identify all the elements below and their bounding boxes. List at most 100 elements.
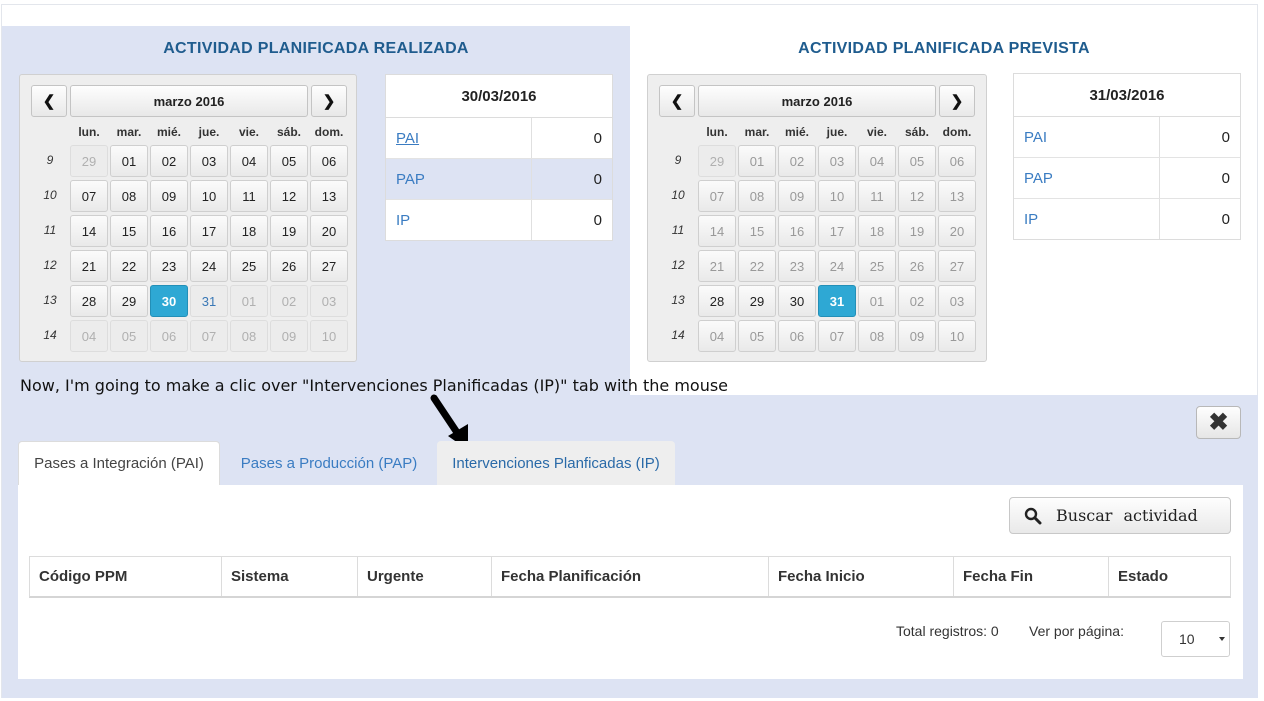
calendar-day[interactable]: 09 bbox=[270, 320, 308, 352]
column-header-codigo-ppm[interactable]: Código PPM bbox=[30, 557, 222, 596]
calendar-day[interactable]: 30 bbox=[150, 285, 188, 317]
calendar-day[interactable]: 05 bbox=[898, 145, 936, 177]
per-page-select[interactable]: 10 bbox=[1161, 621, 1230, 657]
calendar-day[interactable]: 17 bbox=[190, 215, 228, 247]
tab-pap[interactable]: Pases a Producción (PAP) bbox=[224, 441, 434, 485]
search-activity-button[interactable]: Buscar actividad bbox=[1009, 497, 1231, 534]
calendar-day[interactable]: 30 bbox=[778, 285, 816, 317]
calendar-day[interactable]: 12 bbox=[898, 180, 936, 212]
summary-link-pai[interactable]: PAI bbox=[1014, 117, 1160, 157]
prev-month-button[interactable]: ❮ bbox=[31, 85, 67, 117]
calendar-day[interactable]: 06 bbox=[310, 145, 348, 177]
calendar-day[interactable]: 09 bbox=[898, 320, 936, 352]
calendar-day[interactable]: 18 bbox=[230, 215, 268, 247]
calendar-day[interactable]: 23 bbox=[150, 250, 188, 282]
tab-ip[interactable]: Intervenciones Planficadas (IP) bbox=[437, 441, 675, 485]
calendar-day[interactable]: 25 bbox=[230, 250, 268, 282]
summary-link-pap[interactable]: PAP bbox=[386, 159, 532, 199]
summary-link-ip[interactable]: IP bbox=[1014, 199, 1160, 239]
calendar-day[interactable]: 26 bbox=[270, 250, 308, 282]
calendar-day[interactable]: 24 bbox=[818, 250, 856, 282]
calendar-day[interactable]: 07 bbox=[190, 320, 228, 352]
calendar-day[interactable]: 21 bbox=[698, 250, 736, 282]
calendar-day[interactable]: 29 bbox=[70, 145, 108, 177]
calendar-day[interactable]: 05 bbox=[738, 320, 776, 352]
summary-link-pai[interactable]: PAI bbox=[386, 118, 532, 158]
calendar-day[interactable]: 26 bbox=[898, 250, 936, 282]
calendar-day[interactable]: 03 bbox=[310, 285, 348, 317]
calendar-day[interactable]: 08 bbox=[110, 180, 148, 212]
calendar-day[interactable]: 09 bbox=[778, 180, 816, 212]
calendar-day[interactable]: 25 bbox=[858, 250, 896, 282]
calendar-day[interactable]: 09 bbox=[150, 180, 188, 212]
calendar-day[interactable]: 20 bbox=[310, 215, 348, 247]
calendar-day[interactable]: 02 bbox=[270, 285, 308, 317]
column-header-estado[interactable]: Estado bbox=[1109, 557, 1230, 596]
prev-month-button[interactable]: ❮ bbox=[659, 85, 695, 117]
calendar-day[interactable]: 27 bbox=[938, 250, 976, 282]
calendar-day[interactable]: 03 bbox=[938, 285, 976, 317]
calendar-day[interactable]: 04 bbox=[70, 320, 108, 352]
calendar-day[interactable]: 06 bbox=[938, 145, 976, 177]
calendar-day[interactable]: 23 bbox=[778, 250, 816, 282]
calendar-day[interactable]: 03 bbox=[190, 145, 228, 177]
calendar-day[interactable]: 05 bbox=[270, 145, 308, 177]
calendar-day[interactable]: 06 bbox=[150, 320, 188, 352]
calendar-day[interactable]: 08 bbox=[230, 320, 268, 352]
calendar-day[interactable]: 02 bbox=[150, 145, 188, 177]
calendar-day[interactable]: 11 bbox=[858, 180, 896, 212]
calendar-day[interactable]: 01 bbox=[110, 145, 148, 177]
calendar-day[interactable]: 22 bbox=[110, 250, 148, 282]
calendar-day[interactable]: 29 bbox=[110, 285, 148, 317]
calendar-day[interactable]: 24 bbox=[190, 250, 228, 282]
calendar-day[interactable]: 31 bbox=[190, 285, 228, 317]
calendar-day[interactable]: 01 bbox=[858, 285, 896, 317]
calendar-day[interactable]: 04 bbox=[858, 145, 896, 177]
calendar-day[interactable]: 10 bbox=[310, 320, 348, 352]
calendar-month-title[interactable]: marzo 2016 bbox=[70, 85, 308, 117]
calendar-day[interactable]: 17 bbox=[818, 215, 856, 247]
next-month-button[interactable]: ❯ bbox=[939, 85, 975, 117]
calendar-day[interactable]: 20 bbox=[938, 215, 976, 247]
calendar-day[interactable]: 13 bbox=[938, 180, 976, 212]
tab-pai[interactable]: Pases a Integración (PAI) bbox=[18, 441, 220, 485]
column-header-fecha-planificacion[interactable]: Fecha Planificación bbox=[492, 557, 769, 596]
calendar-day[interactable]: 10 bbox=[190, 180, 228, 212]
calendar-day[interactable]: 10 bbox=[938, 320, 976, 352]
calendar-day[interactable]: 14 bbox=[70, 215, 108, 247]
calendar-day[interactable]: 07 bbox=[70, 180, 108, 212]
calendar-day[interactable]: 29 bbox=[738, 285, 776, 317]
column-header-sistema[interactable]: Sistema bbox=[222, 557, 358, 596]
calendar-day[interactable]: 28 bbox=[70, 285, 108, 317]
calendar-day[interactable]: 07 bbox=[818, 320, 856, 352]
calendar-day[interactable]: 10 bbox=[818, 180, 856, 212]
next-month-button[interactable]: ❯ bbox=[311, 85, 347, 117]
calendar-day[interactable]: 19 bbox=[270, 215, 308, 247]
calendar-day[interactable]: 14 bbox=[698, 215, 736, 247]
calendar-day[interactable]: 18 bbox=[858, 215, 896, 247]
calendar-day[interactable]: 01 bbox=[230, 285, 268, 317]
column-header-fecha-inicio[interactable]: Fecha Inicio bbox=[769, 557, 954, 596]
calendar-day[interactable]: 08 bbox=[738, 180, 776, 212]
calendar-day[interactable]: 05 bbox=[110, 320, 148, 352]
calendar-day[interactable]: 01 bbox=[738, 145, 776, 177]
calendar-day[interactable]: 11 bbox=[230, 180, 268, 212]
calendar-day[interactable]: 16 bbox=[150, 215, 188, 247]
calendar-day[interactable]: 15 bbox=[738, 215, 776, 247]
calendar-day[interactable]: 07 bbox=[698, 180, 736, 212]
summary-link-pap[interactable]: PAP bbox=[1014, 158, 1160, 198]
calendar-day[interactable]: 31 bbox=[818, 285, 856, 317]
calendar-month-title[interactable]: marzo 2016 bbox=[698, 85, 936, 117]
calendar-day[interactable]: 16 bbox=[778, 215, 816, 247]
calendar-day[interactable]: 28 bbox=[698, 285, 736, 317]
calendar-day[interactable]: 13 bbox=[310, 180, 348, 212]
calendar-day[interactable]: 12 bbox=[270, 180, 308, 212]
calendar-day[interactable]: 04 bbox=[230, 145, 268, 177]
calendar-day[interactable]: 03 bbox=[818, 145, 856, 177]
calendar-day[interactable]: 15 bbox=[110, 215, 148, 247]
calendar-day[interactable]: 02 bbox=[898, 285, 936, 317]
calendar-day[interactable]: 27 bbox=[310, 250, 348, 282]
calendar-day[interactable]: 04 bbox=[698, 320, 736, 352]
summary-link-ip[interactable]: IP bbox=[386, 200, 532, 240]
column-header-urgente[interactable]: Urgente bbox=[358, 557, 492, 596]
